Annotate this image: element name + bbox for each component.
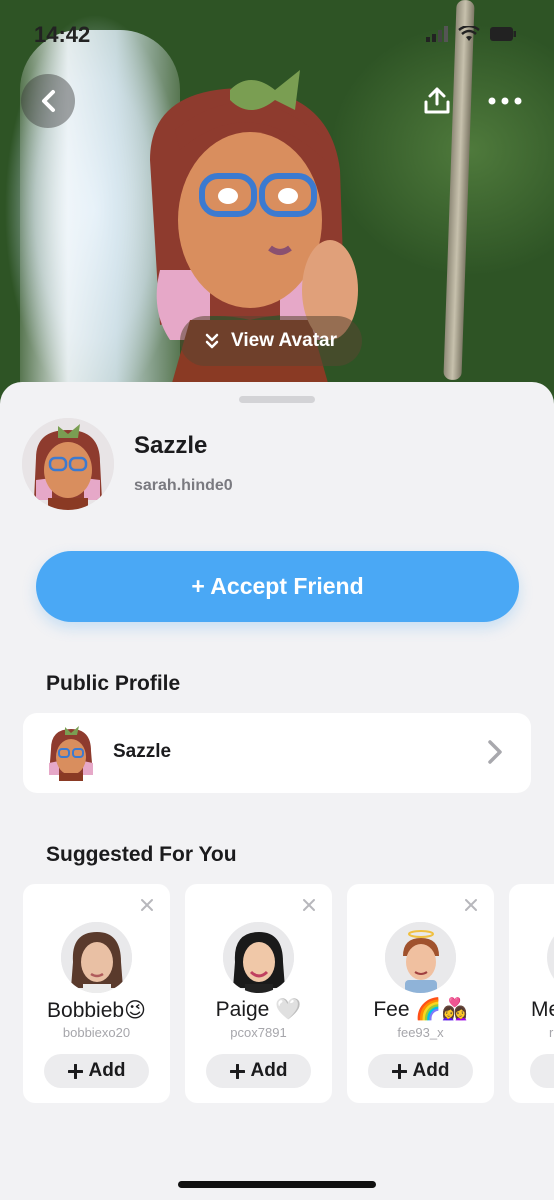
suggestion-username: bobbiexo20 bbox=[62, 1025, 131, 1040]
avatar-face-icon bbox=[61, 922, 132, 993]
signal-icon bbox=[426, 26, 448, 42]
suggestion-username: r bbox=[549, 1025, 554, 1040]
public-profile-title: Public Profile bbox=[46, 672, 181, 695]
plus-icon bbox=[391, 1063, 407, 1079]
status-icons bbox=[426, 26, 516, 42]
share-button[interactable] bbox=[410, 74, 464, 128]
share-icon bbox=[424, 87, 450, 114]
view-avatar-label: View Avatar bbox=[231, 330, 337, 351]
add-friend-button[interactable]: Add bbox=[206, 1054, 311, 1088]
battery-icon bbox=[490, 27, 516, 41]
add-friend-button[interactable]: Add bbox=[44, 1054, 149, 1088]
more-dots-icon bbox=[488, 97, 522, 105]
profile-display-name: Sazzle bbox=[134, 432, 208, 459]
status-time: 14:42 bbox=[34, 22, 91, 47]
suggestion-card: Bobbieb😉 bobbiexo20 Add bbox=[23, 884, 170, 1103]
suggestion-name: Fee 🌈👩‍❤️‍👩 bbox=[373, 998, 468, 1021]
suggestion-username: pcox7891 bbox=[230, 1025, 287, 1040]
chevron-right-icon bbox=[488, 740, 502, 764]
avatar-face-icon bbox=[223, 922, 294, 993]
dismiss-icon[interactable] bbox=[140, 898, 154, 912]
double-chevron-down-icon bbox=[205, 333, 219, 349]
status-bar: 14:42 bbox=[0, 0, 554, 70]
home-indicator[interactable] bbox=[178, 1181, 376, 1188]
suggested-title: Suggested For You bbox=[46, 843, 237, 866]
avatar[interactable] bbox=[22, 418, 114, 510]
dismiss-icon[interactable] bbox=[464, 898, 478, 912]
profile-username: sarah.hinde0 bbox=[134, 477, 233, 494]
suggestion-avatar[interactable] bbox=[547, 922, 554, 993]
avatar-face-icon bbox=[22, 418, 114, 510]
dismiss-icon[interactable] bbox=[302, 898, 316, 912]
add-friend-button[interactable]: Add bbox=[368, 1054, 473, 1088]
view-avatar-button[interactable]: View Avatar bbox=[180, 316, 362, 366]
public-profile-avatar bbox=[49, 726, 93, 781]
suggestion-avatar[interactable] bbox=[385, 922, 456, 993]
plus-icon bbox=[229, 1063, 245, 1079]
chevron-left-icon bbox=[42, 90, 55, 112]
add-label: Add bbox=[88, 1060, 126, 1081]
add-friend-button[interactable] bbox=[530, 1054, 554, 1088]
suggestion-name: Me bbox=[531, 998, 554, 1021]
suggestion-avatar[interactable] bbox=[223, 922, 294, 993]
back-button[interactable] bbox=[21, 74, 75, 128]
wifi-icon bbox=[458, 26, 480, 41]
suggestion-name: Bobbieb😉 bbox=[47, 999, 146, 1022]
suggestion-username: fee93_x bbox=[397, 1025, 444, 1040]
public-profile-row[interactable]: Sazzle bbox=[23, 713, 531, 793]
suggestion-card: Fee 🌈👩‍❤️‍👩 fee93_x Add bbox=[347, 884, 494, 1103]
suggestion-avatar[interactable] bbox=[61, 922, 132, 993]
more-options-button[interactable] bbox=[478, 74, 532, 128]
suggestion-name: Paige 🤍 bbox=[215, 998, 302, 1021]
suggestion-card: Me r bbox=[509, 884, 554, 1103]
accept-friend-button[interactable]: + Accept Friend bbox=[36, 551, 519, 622]
avatar-face-icon bbox=[385, 922, 456, 993]
plus-icon bbox=[67, 1063, 83, 1079]
add-label: Add bbox=[412, 1060, 450, 1081]
sheet-grabber[interactable] bbox=[239, 396, 315, 403]
suggestion-card: Paige 🤍 pcox7891 Add bbox=[185, 884, 332, 1103]
public-profile-name: Sazzle bbox=[113, 741, 172, 762]
add-label: Add bbox=[250, 1060, 288, 1081]
avatar-hero: 14:42 View Avatar bbox=[0, 0, 554, 410]
suggested-carousel[interactable]: Bobbieb😉 bobbiexo20 Add Paige 🤍 pcox7891 bbox=[23, 884, 554, 1104]
profile-sheet: Sazzle sarah.hinde0 + Accept Friend Publ… bbox=[0, 382, 554, 1200]
